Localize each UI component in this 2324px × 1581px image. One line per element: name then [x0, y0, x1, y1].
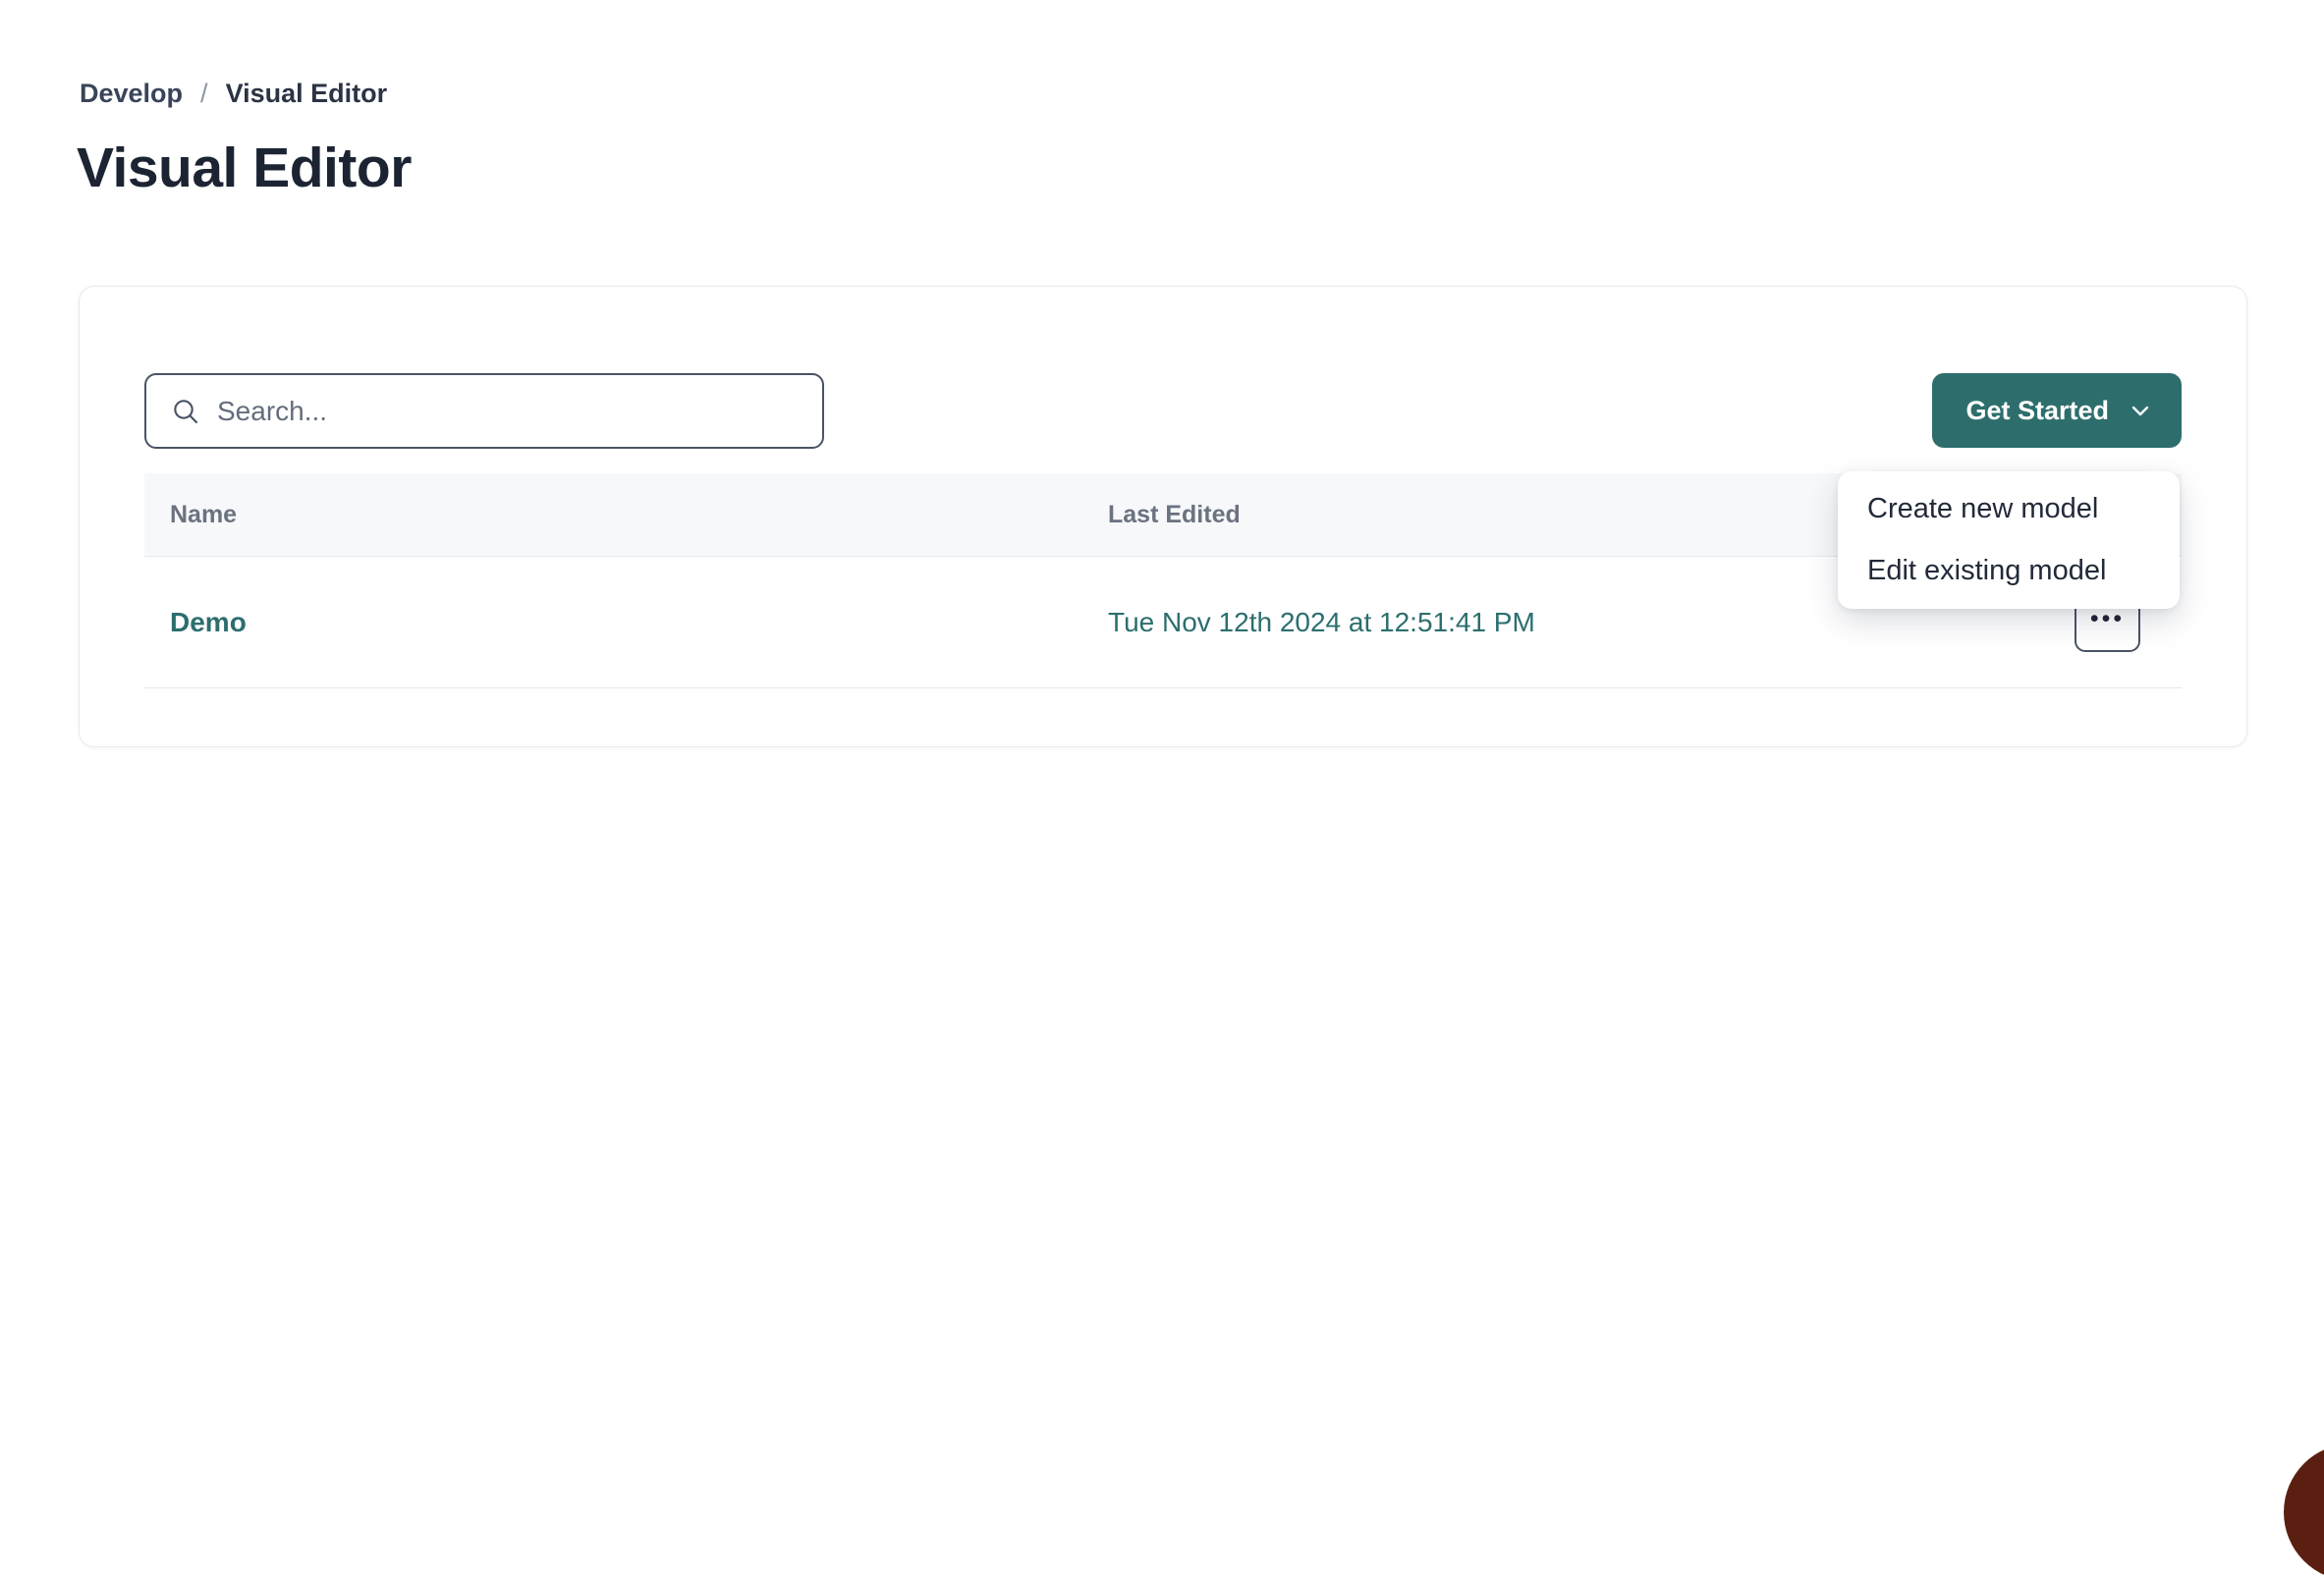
get-started-button[interactable]: Get Started	[1932, 373, 2182, 448]
page: Develop / Visual Editor Visual Editor Ge…	[0, 0, 2324, 1477]
breadcrumb-develop-link[interactable]: Develop	[80, 79, 183, 109]
corner-blob-decoration	[2284, 1444, 2324, 1581]
menu-item-create-new-model[interactable]: Create new model	[1838, 479, 2180, 540]
get-started-label: Get Started	[1965, 396, 2109, 426]
page-title: Visual Editor	[77, 136, 412, 200]
breadcrumb-current: Visual Editor	[226, 79, 388, 109]
search-box[interactable]	[144, 373, 824, 449]
breadcrumb: Develop / Visual Editor	[80, 79, 387, 109]
menu-item-edit-existing-model[interactable]: Edit existing model	[1838, 540, 2180, 601]
search-input[interactable]	[217, 396, 802, 427]
table-cell-last-edited: Tue Nov 12th 2024 at 12:51:41 PM	[1108, 607, 2034, 638]
chevron-down-icon	[2129, 399, 2152, 422]
search-icon	[170, 396, 201, 427]
breadcrumb-separator: /	[200, 79, 208, 109]
panel-toolbar: Get Started	[144, 373, 2182, 449]
ellipsis-icon: •••	[2090, 607, 2125, 631]
table-cell-name: Demo	[144, 607, 1108, 638]
get-started-dropdown-menu: Create new model Edit existing model	[1838, 471, 2180, 609]
column-header-name: Name	[144, 501, 1108, 529]
model-name-link[interactable]: Demo	[170, 607, 247, 637]
